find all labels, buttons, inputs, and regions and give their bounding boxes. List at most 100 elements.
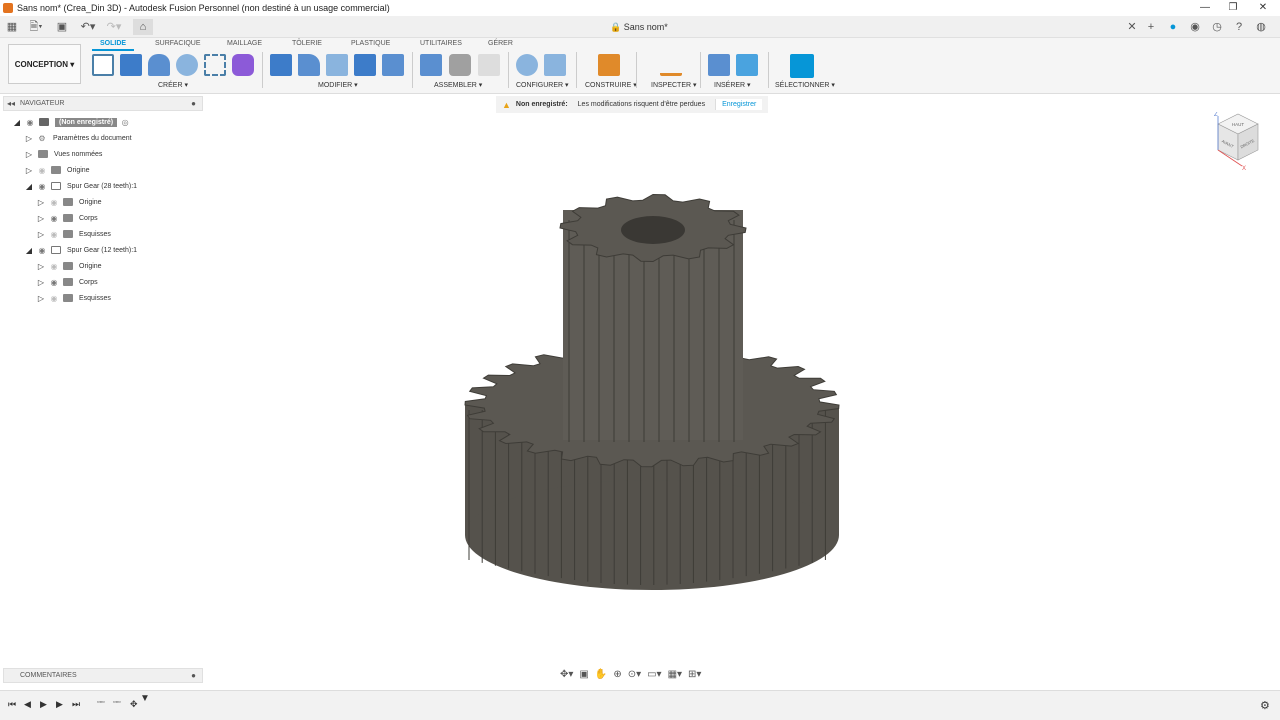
group-selectionner[interactable]: SÉLECTIONNER ▾ [775,81,835,89]
viewcube[interactable]: HAUT AVANT DROITE Z X [1212,112,1262,170]
expand-icon[interactable]: ▷ [36,278,46,287]
pattern-icon[interactable] [204,54,226,76]
tree-item-origin[interactable]: ▷ ◉ Origine [36,195,102,209]
group-inserer[interactable]: INSÉRER ▾ [714,81,751,89]
expand-icon[interactable]: ◢ [12,118,22,127]
tree-item-named-views[interactable]: ▷ Vues nommées [24,147,102,161]
pan-icon[interactable]: ✋ [595,669,607,680]
go-to-end-icon[interactable]: ⏭ [72,699,80,710]
orbit-icon[interactable]: ✥▾ [560,669,573,680]
notifications-icon[interactable]: ● [1166,19,1180,35]
gear-model-viewport[interactable] [455,180,855,600]
hole-icon[interactable] [176,54,198,76]
tab-gerer[interactable]: GÉRER [488,40,513,47]
tree-item-origin[interactable]: ▷ ◉ Origine [36,259,102,273]
expand-icon[interactable]: ▷ [36,262,46,271]
combine-icon[interactable] [382,54,404,76]
tab-tolerie[interactable]: TÔLERIE [292,40,322,47]
group-inspecter[interactable]: INSPECTER ▾ [651,81,697,89]
play-icon[interactable]: ▶ [40,699,47,710]
step-forward-icon[interactable]: ▶ [56,699,63,710]
timeline-feature-icon[interactable]: ▫▫▫ [113,699,120,706]
new-component-icon[interactable] [420,54,442,76]
restore-button[interactable]: ❐ [1218,0,1248,16]
expand-icon[interactable]: ▷ [24,150,34,159]
add-comment-icon[interactable]: ● [191,669,196,682]
expand-icon[interactable]: ▷ [36,230,46,239]
visibility-icon[interactable]: ◉ [37,182,47,191]
step-back-icon[interactable]: ◀ [24,699,31,710]
fit-icon[interactable]: ⊙▾ [628,669,641,680]
activate-icon[interactable]: ◎ [120,118,130,127]
collaboration-icon[interactable]: ◉ [1188,19,1202,35]
viewports-icon[interactable]: ⊞▾ [688,669,701,680]
tab-maillage[interactable]: MAILLAGE [227,40,262,47]
collapse-icon[interactable]: ◂◂ [7,97,15,110]
visibility-icon[interactable]: ◉ [49,294,59,303]
tree-item-gear-28[interactable]: ◢ ◉ Spur Gear (28 teeth):1 [24,179,137,193]
visibility-icon[interactable]: ◉ [37,166,47,175]
visibility-icon[interactable]: ◉ [37,246,47,255]
extrude-icon[interactable] [120,54,142,76]
expand-icon[interactable]: ▷ [36,198,46,207]
go-to-start-icon[interactable]: ⏮ [8,699,16,710]
group-configurer[interactable]: CONFIGURER ▾ [516,81,569,89]
group-modifier[interactable]: MODIFIER ▾ [318,81,358,89]
comments-panel[interactable]: COMMENTAIRES ● [3,668,203,683]
configure-table-icon[interactable] [544,54,566,76]
redo-icon[interactable]: ↷▾ [104,19,124,35]
form-icon[interactable] [232,54,254,76]
grid-settings-icon[interactable]: ▦▾ [668,669,682,680]
close-window-button[interactable]: ✕ [1248,0,1278,16]
insert-image-icon[interactable] [736,54,758,76]
account-icon[interactable]: ◍ [1254,19,1268,35]
tree-root[interactable]: ◢ ◉ (Non enregistré) ◎ [12,115,130,129]
select-icon[interactable] [790,54,814,78]
expand-icon[interactable]: ▷ [24,134,34,143]
tree-item-sketches[interactable]: ▷ ◉ Esquisses [36,291,111,305]
tree-item-origin[interactable]: ▷ ◉ Origine [24,163,90,177]
undo-icon[interactable]: ↶▾ [78,19,98,35]
tree-item-gear-12[interactable]: ◢ ◉ Spur Gear (12 teeth):1 [24,243,137,257]
tab-plastique[interactable]: PLASTIQUE [351,40,390,47]
save-link-button[interactable]: Enregistrer [715,99,763,110]
group-construire[interactable]: CONSTRUIRE ▾ [585,81,637,89]
home-icon[interactable]: ⌂ [133,19,153,35]
visibility-icon[interactable]: ◉ [49,214,59,223]
tab-surfacique[interactable]: SURFACIQUE [155,40,201,47]
press-pull-icon[interactable] [270,54,292,76]
revolve-icon[interactable] [148,54,170,76]
shell-icon[interactable] [354,54,376,76]
parameters-icon[interactable] [516,54,538,76]
fillet-icon[interactable] [298,54,320,76]
help-icon[interactable]: ? [1232,19,1246,35]
close-tab-icon[interactable]: ✕ [1126,19,1138,35]
expand-icon[interactable]: ◢ [24,182,34,191]
viewcube-top-label[interactable]: HAUT [1232,122,1245,127]
create-sketch-icon[interactable] [92,54,114,76]
bom-icon[interactable] [478,54,500,76]
expand-icon[interactable]: ◢ [24,246,34,255]
tab-utilitaires[interactable]: UTILITAIRES [420,40,462,47]
tree-item-bodies[interactable]: ▷ ◉ Corps [36,275,98,289]
visibility-icon[interactable]: ◉ [25,118,35,127]
chamfer-icon[interactable] [326,54,348,76]
jobs-icon[interactable]: ◷ [1210,19,1224,35]
tree-item-parameters[interactable]: ▷ ⚙ Paramètres du document [24,131,132,145]
grid-menu-icon[interactable]: ▦ [6,19,18,35]
minimize-button[interactable]: — [1190,0,1220,16]
expand-icon[interactable]: ▷ [24,166,34,175]
workspace-switcher[interactable]: CONCEPTION ▾ [8,44,81,84]
move-feature-icon[interactable]: ✥ [130,699,138,710]
plane-icon[interactable] [598,54,620,76]
zoom-icon[interactable]: ⊕ [613,669,621,680]
measure-icon[interactable] [660,54,682,76]
tree-item-bodies[interactable]: ▷ ◉ Corps [36,211,98,225]
insert-derive-icon[interactable] [708,54,730,76]
group-assembler[interactable]: ASSEMBLER ▾ [434,81,482,89]
visibility-icon[interactable]: ◉ [49,262,59,271]
navigator-header[interactable]: ◂◂ NAVIGATEUR ● [3,96,203,111]
group-creer[interactable]: CRÉER ▾ [158,81,188,89]
new-tab-icon[interactable]: + [1144,19,1158,35]
file-menu-icon[interactable]: 🗎▾ [26,19,46,35]
